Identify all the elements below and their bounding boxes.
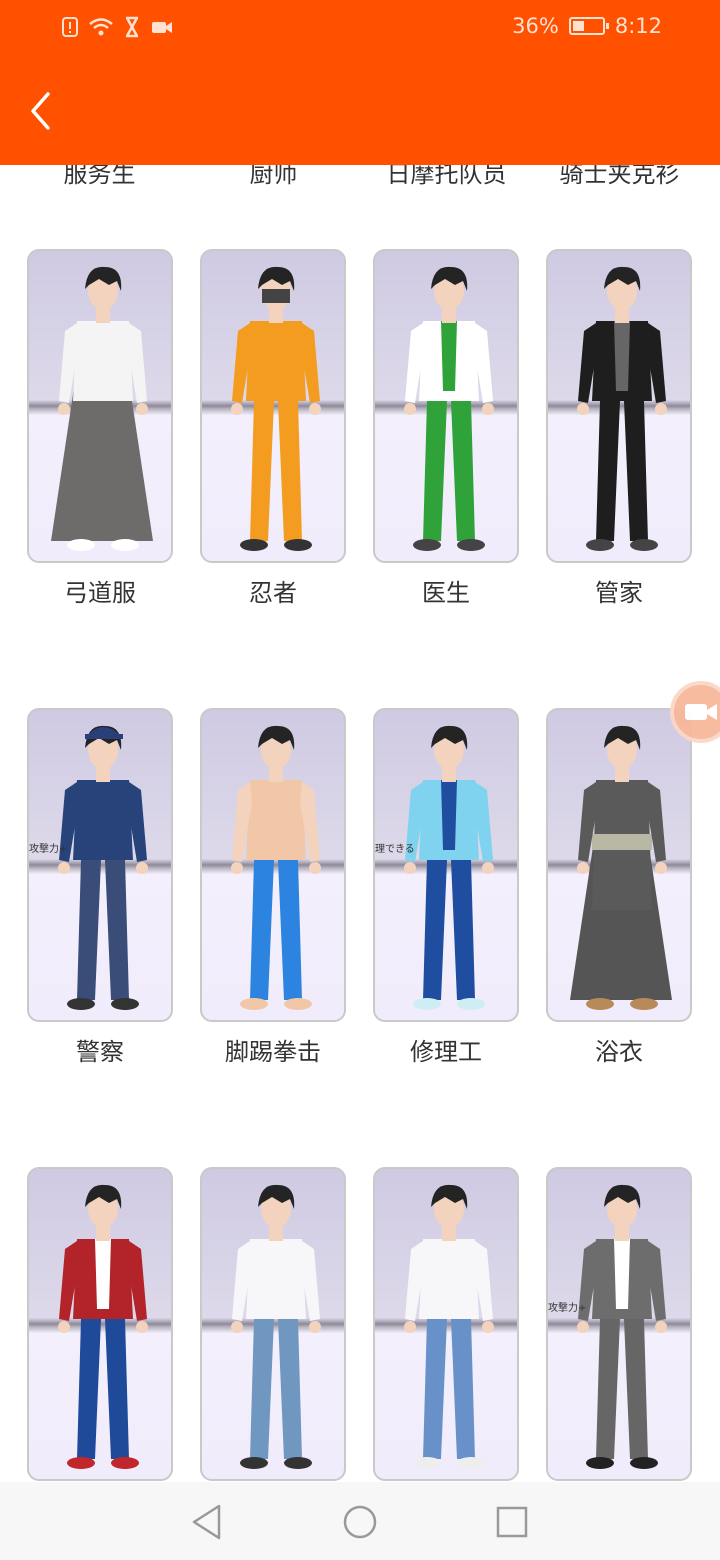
overlay-caption: 理できる <box>375 844 415 855</box>
overlay-caption: 攻撃力+ <box>29 844 68 855</box>
app-header: 36% 8:12 <box>0 0 720 165</box>
overlay-caption: 攻撃力+ <box>548 1303 587 1314</box>
character-figure <box>231 725 321 1010</box>
costume-label: 浴衣 <box>595 1038 643 1066</box>
wifi-icon <box>89 18 113 36</box>
costume-thumbnail[interactable] <box>200 1167 346 1481</box>
character-figure <box>570 725 672 1010</box>
recents-square-icon[interactable] <box>492 1502 532 1542</box>
back-triangle-icon[interactable] <box>188 1502 228 1542</box>
alert-icon <box>62 17 78 37</box>
character-figure <box>58 1184 148 1469</box>
back-button[interactable] <box>18 86 64 136</box>
costume-label: 脚踢拳击 <box>225 1038 321 1066</box>
character-figure <box>404 266 494 551</box>
costume-label: 警察 <box>76 1038 124 1066</box>
video-camera-icon <box>685 704 717 720</box>
costume-card[interactable]: 便服2 <box>200 1167 346 1526</box>
costume-card[interactable]: 攻撃力+ 警察 <box>27 708 173 1067</box>
costume-card[interactable]: 忍者 <box>200 249 346 608</box>
character-figure <box>404 725 494 1010</box>
home-circle-icon[interactable] <box>340 1502 380 1542</box>
costume-grid: 弓道服忍者医生管家攻撃力+警察脚踢拳击理できる修理工浴衣便服3便服2便服1攻撃力… <box>27 249 693 1526</box>
costume-label: 修理工 <box>410 1038 482 1066</box>
character-figure <box>577 266 667 551</box>
status-icons-right: 36% 8:12 <box>512 14 662 38</box>
battery-icon <box>568 17 609 35</box>
costume-thumbnail[interactable] <box>373 1167 519 1481</box>
character-figure <box>51 266 153 551</box>
clock: 8:12 <box>614 14 662 38</box>
status-icons-left <box>60 16 174 38</box>
video-icon <box>152 22 172 33</box>
costume-thumbnail[interactable]: 攻撃力+ <box>27 708 173 1022</box>
costume-card[interactable]: 脚踢拳击 <box>200 708 346 1067</box>
costume-card[interactable]: 医生 <box>373 249 519 608</box>
costume-thumbnail[interactable] <box>200 708 346 1022</box>
character-figure <box>231 1184 321 1469</box>
costume-thumbnail[interactable] <box>27 1167 173 1481</box>
costume-card[interactable]: 便服1 <box>373 1167 519 1526</box>
costume-thumbnail[interactable] <box>546 708 692 1022</box>
costume-card[interactable]: 浴衣 <box>546 708 692 1067</box>
character-figure <box>58 725 148 1010</box>
costume-thumbnail[interactable] <box>27 249 173 563</box>
battery-fill <box>572 21 585 31</box>
costume-label: 忍者 <box>249 579 297 607</box>
costume-card[interactable]: 理できる修理工 <box>373 708 519 1067</box>
costume-thumbnail[interactable] <box>373 249 519 563</box>
costume-card[interactable]: 弓道服 <box>27 249 173 608</box>
costume-card[interactable]: 管家 <box>546 249 692 608</box>
costume-thumbnail[interactable] <box>200 249 346 563</box>
hourglass-icon <box>125 16 139 38</box>
costume-card[interactable]: 便服3 <box>27 1167 173 1526</box>
system-nav-bar <box>0 1482 720 1560</box>
costume-card[interactable]: 攻撃力+燕尾服 <box>546 1167 692 1526</box>
chevron-left-icon <box>31 92 50 130</box>
costume-thumbnail[interactable]: 理できる <box>373 708 519 1022</box>
costume-thumbnail[interactable] <box>546 249 692 563</box>
costume-label: 管家 <box>595 579 643 607</box>
costume-thumbnail[interactable]: 攻撃力+ <box>546 1167 692 1481</box>
costume-label: 医生 <box>422 579 470 607</box>
costume-label: 弓道服 <box>64 579 136 607</box>
battery-percent: 36% <box>512 14 559 38</box>
character-figure <box>577 1184 667 1469</box>
character-figure <box>231 266 321 551</box>
character-figure <box>404 1184 494 1469</box>
